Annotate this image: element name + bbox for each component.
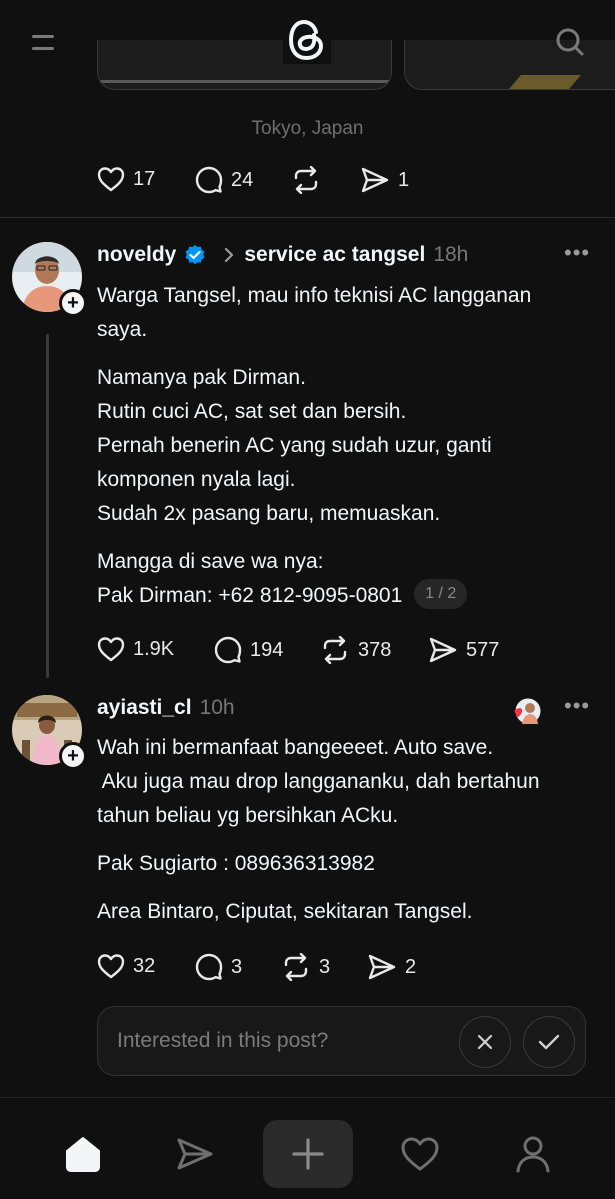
share-button[interactable]: 2 — [367, 953, 416, 981]
reply-count: 24 — [231, 168, 254, 191]
reply-count: 194 — [250, 638, 284, 661]
post-text-line: Pernah benerin AC yang sudah uzur, ganti — [97, 434, 492, 457]
share-button[interactable]: 577 — [428, 636, 499, 664]
close-icon — [477, 1034, 493, 1050]
reply-button[interactable]: 3 — [195, 953, 242, 981]
plus-icon — [292, 1138, 324, 1170]
send-icon — [429, 637, 457, 663]
interest-prompt-text: Interested in this post? — [117, 1029, 329, 1052]
reply-header: ayiasti_cl 10h — [97, 696, 235, 720]
send-icon — [361, 167, 389, 193]
chevron-right-icon — [225, 247, 234, 263]
more-options-icon[interactable]: ••• — [564, 693, 590, 719]
like-count: 32 — [133, 954, 156, 977]
profile-icon — [516, 1136, 550, 1173]
home-icon — [66, 1137, 100, 1172]
interest-prompt: Interested in this post? — [97, 1006, 586, 1076]
post-text-line: saya. — [97, 318, 148, 341]
reply-text-line: Wah ini bermanfaat bangeeeet. Auto save. — [97, 736, 494, 759]
post-text-line: Pak Dirman: +62 812-9095-0801 — [97, 584, 403, 607]
post-text-line: Mangga di save wa nya: — [97, 550, 324, 573]
repost-icon — [294, 166, 318, 194]
nav-messages[interactable] — [150, 1120, 240, 1188]
follow-plus-icon[interactable]: + — [59, 742, 87, 770]
nav-home[interactable] — [38, 1120, 128, 1188]
like-count: 1.9K — [133, 637, 175, 660]
reply-button[interactable]: 24 — [195, 166, 253, 194]
reply-count: 3 — [231, 955, 243, 978]
like-button[interactable]: 1.9K — [97, 636, 174, 662]
repost-button[interactable]: 3 — [281, 953, 330, 981]
repost-icon — [284, 953, 308, 981]
interested-button[interactable] — [523, 1016, 575, 1068]
top-bar — [0, 0, 615, 90]
nav-activity[interactable] — [375, 1120, 465, 1188]
follow-plus-icon[interactable]: + — [59, 289, 87, 317]
heart-icon — [97, 167, 125, 192]
like-count: 17 — [133, 167, 156, 190]
post-text-line: Warga Tangsel, mau info teknisi AC langg… — [97, 284, 532, 307]
repost-icon — [323, 636, 347, 664]
thread-line — [46, 334, 49, 678]
comment-icon — [214, 636, 242, 664]
media-thumbnail[interactable] — [97, 40, 392, 90]
post-divider — [0, 217, 615, 218]
nav-profile[interactable] — [488, 1120, 578, 1188]
more-options-icon[interactable]: ••• — [564, 240, 590, 266]
post-location[interactable]: Tokyo, Japan — [0, 118, 615, 140]
username[interactable]: noveldy — [97, 243, 176, 267]
community-name[interactable]: service ac tangsel — [244, 243, 425, 267]
post-text: Warga Tangsel, mau info teknisi AC langg… — [97, 279, 597, 613]
reply-text-line: Area Bintaro, Ciputat, sekitaran Tangsel… — [97, 900, 473, 923]
comment-icon — [195, 166, 223, 194]
share-button[interactable]: 1 — [360, 166, 409, 194]
hamburger-icon[interactable] — [28, 28, 60, 56]
like-button[interactable]: 32 — [97, 953, 155, 979]
heart-icon — [97, 954, 125, 979]
like-button[interactable]: 17 — [97, 166, 155, 192]
heart-icon — [401, 1137, 439, 1171]
verified-badge-icon — [185, 245, 205, 265]
comment-icon — [195, 953, 223, 981]
post-text-line: Namanya pak Dirman. — [97, 366, 306, 389]
threads-logo-icon[interactable] — [283, 16, 331, 64]
reply-text-line: Pak Sugiarto : 089636313982 — [97, 852, 375, 875]
post-header: noveldy service ac tangsel 18h — [97, 243, 468, 267]
repost-count: 3 — [319, 955, 331, 978]
post-text-line: komponen nyala lagi. — [97, 468, 296, 491]
repost-button[interactable] — [291, 166, 321, 194]
repost-count: 378 — [358, 638, 392, 661]
checkmark-icon — [538, 1034, 560, 1050]
search-icon[interactable] — [552, 24, 588, 60]
post-text-line: Rutin cuci AC, sat set dan bersih. — [97, 400, 407, 423]
page-indicator: 1 / 2 — [414, 579, 468, 610]
post-time: 10h — [199, 696, 235, 719]
liked-by-author-avatar — [514, 697, 542, 725]
bottom-nav — [0, 1097, 615, 1199]
send-icon — [177, 1138, 213, 1170]
username[interactable]: ayiasti_cl — [97, 696, 192, 720]
share-count: 2 — [405, 955, 417, 978]
repost-button[interactable]: 378 — [320, 636, 391, 664]
share-count: 1 — [398, 168, 410, 191]
share-count: 577 — [466, 638, 500, 661]
reply-text-line: Aku juga mau drop langgananku, dah berta… — [97, 770, 540, 793]
post-text-line: Sudah 2x pasang baru, memuaskan. — [97, 502, 441, 525]
send-icon — [368, 954, 396, 980]
post-time: 18h — [433, 243, 469, 266]
not-interested-button[interactable] — [459, 1016, 511, 1068]
reply-button[interactable]: 194 — [214, 636, 283, 664]
reply-text-line: tahun beliau yg bersihkan ACku. — [97, 804, 399, 827]
heart-icon — [97, 637, 125, 662]
reply-text: Wah ini bermanfaat bangeeeet. Auto save.… — [97, 731, 597, 929]
nav-compose[interactable] — [263, 1120, 353, 1188]
